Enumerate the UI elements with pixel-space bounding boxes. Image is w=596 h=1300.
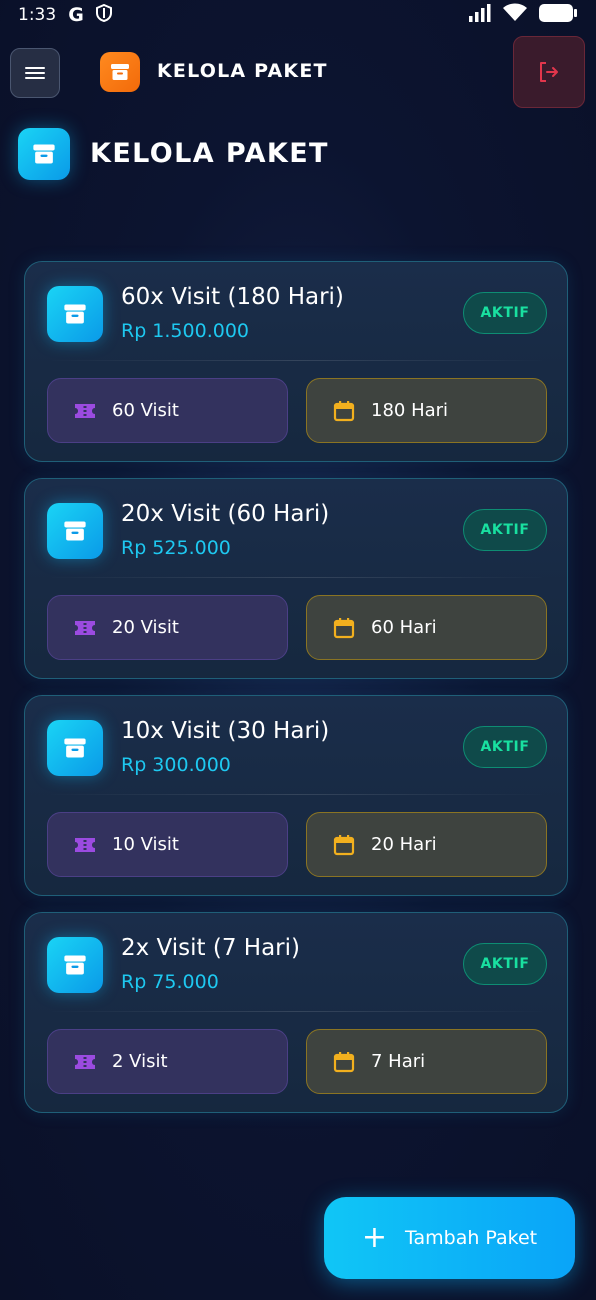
- visit-count: 10 Visit: [112, 834, 179, 855]
- visit-count-chip: 2 Visit: [47, 1029, 288, 1094]
- menu-button[interactable]: [10, 48, 60, 98]
- visit-count: 2 Visit: [112, 1051, 168, 1072]
- duration: 7 Hari: [371, 1051, 426, 1072]
- duration-chip: 7 Hari: [306, 1029, 547, 1094]
- package-price: Rp 75.000: [121, 971, 219, 993]
- calendar-icon: [331, 1049, 357, 1075]
- status-bar: 1:33 G: [0, 0, 596, 30]
- package-name: 2x Visit (7 Hari): [121, 935, 301, 961]
- package-card[interactable]: 2x Visit (7 Hari) Rp 75.000 AKTIF 2 Visi…: [24, 912, 568, 1113]
- package-name: 60x Visit (180 Hari): [121, 284, 344, 310]
- app-title: KELOLA PAKET: [157, 60, 328, 82]
- package-box-icon: [47, 286, 103, 342]
- ticket-icon: [72, 1049, 98, 1075]
- visit-count-chip: 20 Visit: [47, 595, 288, 660]
- package-box-icon: [18, 128, 70, 180]
- duration-chip: 60 Hari: [306, 595, 547, 660]
- ticket-icon: [72, 832, 98, 858]
- visit-count-chip: 60 Visit: [47, 378, 288, 443]
- app-bar: KELOLA PAKET: [0, 34, 596, 110]
- divider: [47, 360, 547, 361]
- status-badge: AKTIF: [463, 726, 547, 768]
- package-box-icon: [47, 937, 103, 993]
- visit-count-chip: 10 Visit: [47, 812, 288, 877]
- ticket-icon: [72, 615, 98, 641]
- status-time: 1:33: [18, 5, 57, 25]
- ticket-icon: [72, 398, 98, 424]
- status-badge: AKTIF: [463, 943, 547, 985]
- package-box-icon: [47, 503, 103, 559]
- package-card[interactable]: 10x Visit (30 Hari) Rp 300.000 AKTIF 10 …: [24, 695, 568, 896]
- calendar-icon: [331, 615, 357, 641]
- package-price: Rp 300.000: [121, 754, 231, 776]
- add-package-label: Tambah Paket: [405, 1227, 538, 1249]
- signal-icon: [468, 3, 492, 27]
- calendar-icon: [331, 832, 357, 858]
- package-card[interactable]: 60x Visit (180 Hari) Rp 1.500.000 AKTIF …: [24, 261, 568, 462]
- add-package-button[interactable]: + Tambah Paket: [324, 1197, 575, 1279]
- visit-count: 60 Visit: [112, 400, 179, 421]
- calendar-icon: [331, 398, 357, 424]
- package-card[interactable]: 20x Visit (60 Hari) Rp 525.000 AKTIF 20 …: [24, 478, 568, 679]
- package-box-icon: [47, 720, 103, 776]
- battery-icon: [538, 3, 578, 28]
- duration: 20 Hari: [371, 834, 437, 855]
- duration: 60 Hari: [371, 617, 437, 638]
- divider: [47, 1011, 547, 1012]
- plus-icon: +: [361, 1220, 388, 1255]
- status-badge: AKTIF: [463, 509, 547, 551]
- package-price: Rp 1.500.000: [121, 320, 249, 342]
- hamburger-icon: [25, 64, 45, 82]
- page-title: KELOLA PAKET: [90, 138, 329, 169]
- logout-icon: [540, 62, 558, 82]
- visit-count: 20 Visit: [112, 617, 179, 638]
- status-badge: AKTIF: [463, 292, 547, 334]
- duration-chip: 180 Hari: [306, 378, 547, 443]
- package-list: 60x Visit (180 Hari) Rp 1.500.000 AKTIF …: [24, 261, 568, 1129]
- logout-button[interactable]: [513, 36, 585, 108]
- shield-icon: [95, 3, 112, 27]
- package-name: 10x Visit (30 Hari): [121, 718, 330, 744]
- duration-chip: 20 Hari: [306, 812, 547, 877]
- divider: [47, 794, 547, 795]
- duration: 180 Hari: [371, 400, 449, 421]
- package-name: 20x Visit (60 Hari): [121, 501, 330, 527]
- package-box-icon: [100, 52, 140, 92]
- package-price: Rp 525.000: [121, 537, 231, 559]
- wifi-icon: [502, 3, 528, 28]
- google-icon: G: [68, 4, 84, 26]
- divider: [47, 577, 547, 578]
